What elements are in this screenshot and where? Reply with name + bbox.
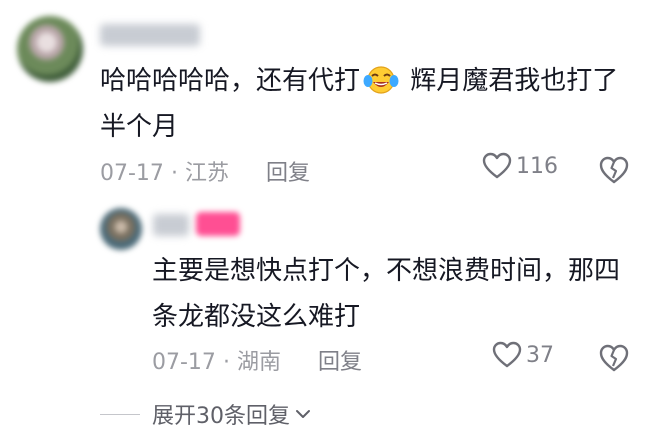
comment-separator: ·	[170, 161, 178, 186]
heart-icon	[482, 152, 512, 179]
reply-text: 主要是想快点打个，不想浪费时间，那四条龙都没这么难打	[152, 256, 621, 332]
comment-like-count: 116	[516, 153, 558, 179]
expand-replies-button[interactable]: 展开30条回复	[100, 398, 312, 430]
replier-avatar[interactable]	[100, 208, 142, 250]
heart-icon	[492, 341, 522, 368]
reply-meta: 07-17 · 湖南 回复	[152, 344, 362, 376]
author-badge	[196, 212, 240, 236]
expand-replies-label: 展开30条回复	[152, 404, 290, 429]
reply-reply-button[interactable]: 回复	[318, 350, 362, 375]
replier-username[interactable]	[153, 214, 189, 236]
expand-divider	[100, 413, 140, 415]
commenter-username[interactable]	[100, 24, 200, 46]
reply-date: 07-17	[152, 350, 216, 375]
reply-location: 湖南	[236, 350, 281, 375]
comment-reply-button[interactable]: 回复	[266, 161, 310, 186]
comment-like-button[interactable]: 116	[482, 152, 558, 180]
reply-like-count: 37	[526, 342, 554, 368]
reply-like-button[interactable]: 37	[492, 341, 554, 369]
comment-text: 哈哈哈哈哈，还有代打 辉月魔君我也打了半个月	[100, 58, 640, 150]
comment-location: 江苏	[184, 161, 229, 186]
reply-separator: ·	[222, 350, 230, 375]
crying-laughing-emoji-icon	[363, 66, 399, 94]
comment-meta: 07-17 · 江苏 回复	[100, 155, 310, 187]
comment-date: 07-17	[100, 161, 164, 186]
comment-text-part-1: 哈哈哈哈哈，还有代打	[100, 66, 361, 96]
broken-heart-icon[interactable]	[598, 342, 630, 374]
commenter-avatar[interactable]	[17, 16, 83, 82]
chevron-down-icon	[296, 410, 310, 418]
broken-heart-icon[interactable]	[598, 154, 630, 186]
